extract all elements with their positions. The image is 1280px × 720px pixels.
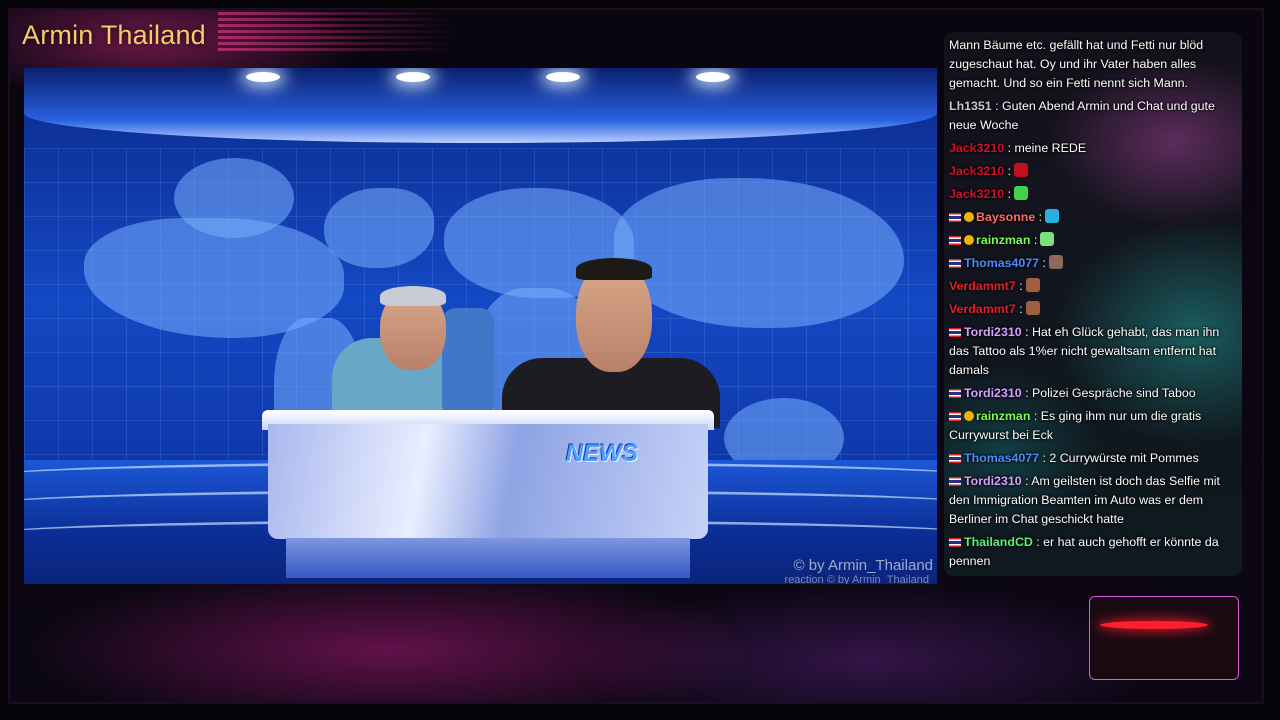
flag-icon [949, 236, 961, 245]
chat-username[interactable]: rainzman [976, 233, 1030, 247]
chat-username[interactable]: rainzman [976, 409, 1030, 423]
emote-icon [1048, 255, 1063, 269]
chat-message: Thomas4077 : 2 Currywürste mit Pommes [949, 449, 1237, 468]
chat-username[interactable]: ThailandCD [964, 535, 1033, 549]
flag-icon [949, 328, 961, 337]
chat-text: : 2 Currywürste mit Pommes [1039, 451, 1199, 465]
video-feed[interactable]: NEWS © by Armin_Thailand reaction © by A… [24, 68, 937, 584]
chat-username[interactable]: Tordi2310 [964, 474, 1022, 488]
chat-message: Tordi2310 : Am geilsten ist doch das Sel… [949, 472, 1237, 529]
ceiling-light [546, 72, 580, 82]
chat-message: Tordi2310 : Hat eh Glück gehabt, das man… [949, 323, 1237, 380]
badge-icon [964, 212, 974, 222]
badge-icon [964, 235, 974, 245]
chat-username[interactable]: Baysonne [976, 210, 1035, 224]
flag-icon [949, 389, 961, 398]
emote-icon [1025, 301, 1040, 315]
ceiling-light [396, 72, 430, 82]
decorative-stripes [218, 12, 453, 62]
chat-username[interactable]: Jack3210 [949, 141, 1004, 155]
watermark: © by Armin_Thailand [793, 557, 933, 574]
emote-icon [1045, 209, 1060, 223]
chat-message: rainzman : [949, 231, 1237, 250]
chat-message: Verdammt7 : [949, 300, 1237, 319]
flag-icon [949, 213, 961, 222]
flag-icon [949, 477, 961, 486]
chat-panel[interactable]: Mann Bäume etc. gefällt hat und Fetti nu… [944, 32, 1242, 576]
chat-message-list: Mann Bäume etc. gefällt hat und Fetti nu… [949, 36, 1237, 575]
red-light [1100, 621, 1208, 629]
chat-message: Lh1351 : Guten Abend Armin und Chat und … [949, 97, 1237, 135]
studio-ceiling [24, 68, 937, 143]
flag-icon [949, 454, 961, 463]
chat-username[interactable]: Tordi2310 [964, 325, 1022, 339]
chat-message: Jack3210 : meine REDE [949, 139, 1237, 158]
chat-message: Thomas4077 : [949, 254, 1237, 273]
chat-text: : meine REDE [1004, 141, 1087, 155]
emote-icon [1014, 163, 1029, 177]
ceiling-light [696, 72, 730, 82]
chat-text: Mann Bäume etc. gefällt hat und Fetti nu… [949, 38, 1204, 90]
chat-text: : Polizei Gespräche sind Taboo [1021, 386, 1196, 400]
flag-icon [949, 412, 961, 421]
chat-username[interactable]: Verdammt7 [949, 279, 1016, 293]
emote-icon [1025, 278, 1040, 292]
chat-message: ThailandCD : er hat auch gehofft er könn… [949, 533, 1237, 571]
chat-username[interactable]: Thomas4077 [964, 256, 1039, 270]
badge-icon [964, 411, 974, 421]
flag-icon [949, 538, 961, 547]
chat-text: : [1004, 164, 1012, 178]
emote-icon [1040, 232, 1055, 246]
desk-news-label: NEWS [566, 440, 638, 467]
ceiling-light [246, 72, 280, 82]
chat-message: Baysonne : [949, 208, 1237, 227]
news-desk-base [286, 538, 690, 578]
watermark-small: reaction © by Armin_Thailand [784, 574, 929, 584]
chat-text: : [1039, 256, 1046, 270]
chat-username[interactable]: Jack3210 [949, 187, 1004, 201]
corner-overlay-box [1089, 596, 1239, 680]
chat-username[interactable]: Verdammt7 [949, 302, 1016, 316]
chat-message: Mann Bäume etc. gefällt hat und Fetti nu… [949, 36, 1237, 93]
chat-message: Tordi2310 : Polizei Gespräche sind Taboo [949, 384, 1237, 403]
chat-text: : [1035, 210, 1043, 224]
news-desk [268, 424, 708, 539]
chat-text: : [1015, 279, 1023, 293]
chat-username[interactable]: Tordi2310 [964, 386, 1022, 400]
chat-username[interactable]: Lh1351 [949, 99, 992, 113]
chat-text: : [1015, 302, 1023, 316]
chat-text: : [1004, 187, 1012, 201]
chat-username[interactable]: Thomas4077 [964, 451, 1039, 465]
chat-message: Jack3210 : [949, 185, 1237, 204]
stream-title: Armin Thailand [22, 20, 206, 50]
bottom-decor-bar [28, 590, 1078, 688]
chat-message: Jack3210 : [949, 162, 1237, 181]
emote-icon [1014, 186, 1029, 200]
chat-message: Verdammt7 : [949, 277, 1237, 296]
chat-username[interactable]: Jack3210 [949, 164, 1004, 178]
chat-message: rainzman : Es ging ihm nur um die gratis… [949, 407, 1237, 445]
flag-icon [949, 259, 961, 268]
chat-text: : [1030, 233, 1038, 247]
